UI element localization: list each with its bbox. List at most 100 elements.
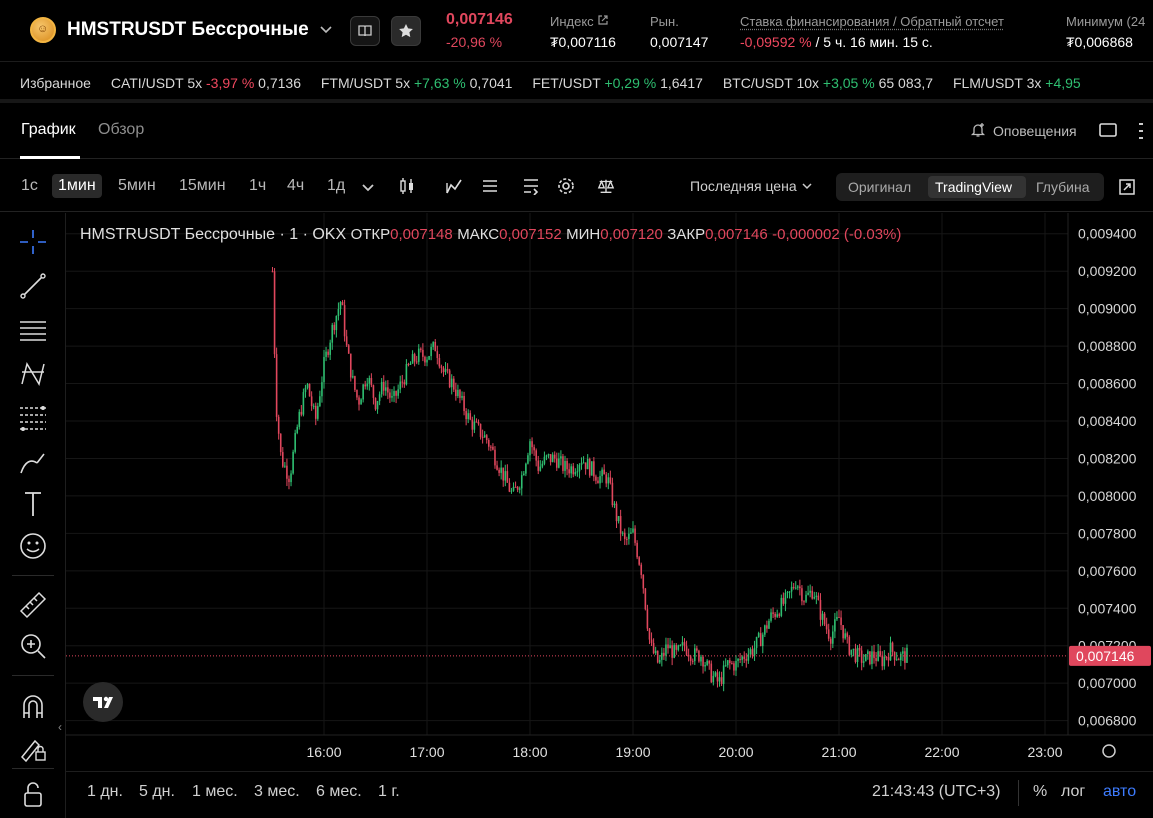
timezone-clock[interactable]: 21:43:43 (UTC+3) <box>872 783 1001 801</box>
timeframe-15m[interactable]: 15мин <box>179 177 226 195</box>
lock-drawings-icon[interactable] <box>17 733 49 763</box>
candle-body <box>694 648 696 662</box>
timeframe-4h[interactable]: 4ч <box>287 177 304 195</box>
fib-retracement-icon[interactable] <box>17 403 49 433</box>
list-icon[interactable] <box>481 177 499 195</box>
candle-body <box>776 614 778 617</box>
price-chart[interactable]: 0,009400 0,009200 0,009000 0,008800 0,008600… <box>66 213 1153 771</box>
candle-body <box>811 590 814 599</box>
candle-body <box>832 631 834 644</box>
external-link-icon <box>598 15 608 25</box>
candle-body <box>387 387 389 393</box>
smiley-icon[interactable] <box>17 531 49 561</box>
funding-rate-label[interactable]: Ставка финансирования / Обратный отсчет <box>740 14 1004 29</box>
tab-chart[interactable]: График <box>21 121 76 139</box>
candle-body <box>687 654 690 657</box>
candle-body <box>644 588 647 610</box>
candle-body <box>661 652 663 660</box>
ticker-item[interactable]: FLM/USDT 3x +4,95 <box>953 75 1081 91</box>
candle-body <box>784 592 787 604</box>
ticker-item[interactable]: FET/USDT +0,29 % 1,6417 <box>532 75 703 91</box>
price-source-label: Последняя цена <box>690 178 797 194</box>
candle-body <box>290 473 292 483</box>
candle-body <box>352 376 354 378</box>
candle-body <box>683 642 686 647</box>
chevron-down-icon[interactable] <box>359 179 377 197</box>
range-1d[interactable]: 1 дн. <box>87 783 123 801</box>
templates-icon[interactable] <box>522 177 540 195</box>
pattern-icon[interactable] <box>17 359 49 389</box>
unlock-icon[interactable] <box>17 779 49 809</box>
y-tick-label: 0,008400 <box>1078 413 1137 429</box>
change-value: -0,000002 (-0.03%) <box>772 226 902 243</box>
timeframe-5m[interactable]: 5мин <box>118 177 156 195</box>
x-tick-label: 22:00 <box>924 744 959 760</box>
candle-body <box>345 336 348 346</box>
x-tick-label: 19:00 <box>615 744 650 760</box>
zoom-in-icon[interactable] <box>17 631 49 661</box>
ruler-icon[interactable] <box>17 589 49 619</box>
candle-body <box>900 653 902 661</box>
range-5d[interactable]: 5 дн. <box>139 783 175 801</box>
ticker-item[interactable]: CATI/USDT 5x -3,97 % 0,7136 <box>111 75 301 91</box>
tab-overview[interactable]: Обзор <box>98 121 144 139</box>
candle-body <box>475 421 478 423</box>
log-scale-button[interactable]: лог <box>1061 783 1085 801</box>
candle-body <box>650 639 653 643</box>
scales-icon[interactable] <box>597 177 615 195</box>
more-vertical-icon[interactable] <box>1136 121 1146 141</box>
auto-scale-button[interactable]: авто <box>1103 783 1136 801</box>
alerts-button[interactable]: Оповещения <box>993 123 1077 139</box>
candle-body <box>658 659 661 663</box>
gear-icon[interactable] <box>557 177 575 195</box>
fullscreen-icon[interactable] <box>1119 179 1135 195</box>
view-depth[interactable]: Глубина <box>1036 179 1089 195</box>
candlestick-chart-svg[interactable]: 0,009400 0,009200 0,009000 0,008800 0,008600… <box>66 213 1153 771</box>
range-6m[interactable]: 6 мес. <box>316 783 362 801</box>
timeframe-1h[interactable]: 1ч <box>249 177 266 195</box>
indicators-icon[interactable] <box>445 177 463 195</box>
range-1y[interactable]: 1 г. <box>378 783 400 801</box>
magnet-icon[interactable] <box>17 691 49 721</box>
range-1m[interactable]: 1 мес. <box>192 783 238 801</box>
view-original[interactable]: Оригинал <box>848 179 911 195</box>
horizontal-lines-icon[interactable] <box>17 315 49 345</box>
candle-body <box>438 358 441 367</box>
candles-icon[interactable] <box>398 177 416 195</box>
candle-body <box>411 354 414 364</box>
ticker-item[interactable]: BTC/USDT 10x +3,05 % 65 083,7 <box>723 75 933 91</box>
favorite-button[interactable] <box>391 16 421 46</box>
candle-body <box>766 625 768 629</box>
index-price-label[interactable]: Индекс <box>550 14 609 29</box>
text-icon[interactable] <box>17 489 49 519</box>
window-icon[interactable] <box>1098 121 1118 139</box>
candle-body <box>619 516 622 534</box>
candle-body <box>669 645 671 649</box>
view-tradingview[interactable]: TradingView <box>935 179 1012 195</box>
crosshair-icon[interactable] <box>17 227 49 257</box>
candle-body <box>630 532 632 534</box>
timeframe-1d[interactable]: 1д <box>327 177 345 195</box>
collapse-toolbar-icon[interactable]: ‹ <box>58 720 62 734</box>
tradingview-logo[interactable] <box>83 682 123 722</box>
timeframe-1s[interactable]: 1с <box>21 177 38 195</box>
candle-body <box>902 651 904 654</box>
toolbar-divider <box>12 575 54 576</box>
close-value: 0,007146 <box>705 226 768 243</box>
candle-body <box>780 597 783 616</box>
chevron-down-icon[interactable] <box>319 22 333 36</box>
y-tick-label: 0,006800 <box>1078 713 1137 729</box>
favorites-label[interactable]: Избранное <box>20 75 91 91</box>
bell-plus-icon[interactable] <box>969 121 987 139</box>
symbol-title[interactable]: HMSTRUSDT Бессрочные <box>67 19 309 41</box>
range-3m[interactable]: 3 мес. <box>254 783 300 801</box>
candle-body <box>778 614 781 616</box>
brush-icon[interactable] <box>17 447 49 477</box>
ticker-item[interactable]: FTM/USDT 5x +7,63 % 0,7041 <box>321 75 513 91</box>
trend-line-icon[interactable] <box>17 271 49 301</box>
price-source-select[interactable]: Последняя цена <box>690 178 813 194</box>
timeframe-1m[interactable]: 1мин <box>52 174 102 198</box>
candle-body <box>502 467 505 481</box>
percent-scale-button[interactable]: % <box>1033 783 1047 801</box>
instrument-info-button[interactable] <box>350 16 380 46</box>
